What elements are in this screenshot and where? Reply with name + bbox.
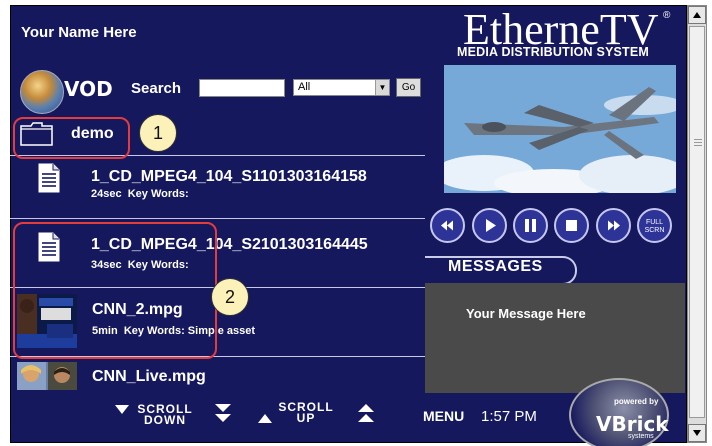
double-arrow-down-icon (215, 404, 231, 422)
callout-1: 1 (139, 114, 177, 152)
ethernetv-window: Your Name Here EtherneTV ® MEDIA DISTRIB… (0, 0, 712, 446)
item-title: CNN_Live.mpg (92, 368, 206, 385)
fast-forward-button[interactable] (596, 208, 631, 243)
item-title: 1_CD_MPEG4_104_S1101303164158 (91, 168, 367, 185)
arrow-up-icon (258, 414, 272, 423)
filter-select[interactable]: All ▼ (293, 79, 390, 96)
go-button[interactable]: Go (396, 78, 421, 97)
triangle-up-icon (693, 12, 701, 18)
scroll-down-label: SCROLL DOWN (135, 403, 195, 427)
item-duration: 24sec (91, 188, 122, 200)
pause-button[interactable] (513, 208, 548, 243)
rewind-icon (441, 220, 453, 231)
fast-forward-icon (608, 220, 620, 231)
play-button[interactable] (472, 208, 507, 243)
clock-time: 1:57 PM (481, 408, 537, 425)
scrollbar-thumb[interactable] (689, 26, 705, 418)
vod-globe-icon[interactable] (20, 70, 64, 114)
scroll-down-arrow[interactable] (688, 424, 706, 442)
rewind-button[interactable] (430, 208, 465, 243)
row-divider (10, 218, 425, 219)
vbrick-tagline: systems (628, 433, 654, 440)
highlight-box-items (13, 222, 217, 359)
video-thumbnail (17, 362, 77, 390)
triangle-down-icon (693, 430, 701, 436)
stop-button[interactable] (554, 208, 589, 243)
ethernetv-logo: EtherneTV ® MEDIA DISTRIBUTION SYSTEM (453, 5, 685, 65)
play-icon (486, 219, 496, 232)
logo-subtitle: MEDIA DISTRIBUTION SYSTEM (457, 45, 650, 59)
full-screen-button[interactable]: FULL SCRN (637, 208, 672, 243)
stop-icon (566, 220, 577, 231)
full-screen-icon: FULL SCRN (645, 219, 665, 234)
filter-select-value: All (298, 81, 311, 93)
fullscreen-line-1: FULL (646, 219, 663, 226)
scroll-up-arrow[interactable] (688, 6, 706, 24)
scroll-down-line-2: DOWN (144, 413, 186, 427)
vertical-scrollbar[interactable] (687, 5, 707, 443)
vbrick-powered-by: powered by (614, 397, 659, 406)
arrow-down-icon (115, 405, 129, 414)
scrollbar-grip (694, 142, 702, 143)
double-arrow-up-icon (358, 404, 374, 422)
scroll-up-line-2: UP (296, 411, 316, 425)
scrollbar-grip (694, 139, 702, 140)
document-icon (38, 163, 60, 193)
video-preview[interactable] (444, 65, 676, 193)
user-name: Your Name Here (21, 24, 137, 41)
pause-icon (525, 219, 536, 232)
messages-label: MESSAGES (448, 258, 543, 275)
chevron-down-icon[interactable]: ▼ (375, 80, 389, 95)
search-label: Search (131, 80, 182, 97)
vod-label[interactable]: VOD (64, 77, 113, 101)
item-meta: 24sec Key Words: (91, 188, 189, 200)
menu-button[interactable]: MENU (423, 408, 464, 424)
search-input[interactable] (199, 79, 285, 97)
highlight-box-folder (13, 117, 130, 159)
callout-2: 2 (211, 278, 249, 316)
messages-panel (425, 283, 685, 393)
scroll-up-label: SCROLL UP (275, 401, 337, 425)
logo-registered-mark: ® (663, 10, 671, 21)
message-text: Your Message Here (466, 306, 586, 321)
item-keywords-label: Key Words: (127, 188, 189, 200)
scrollbar-grip (694, 145, 702, 146)
fullscreen-line-2: SCRN (645, 227, 665, 234)
